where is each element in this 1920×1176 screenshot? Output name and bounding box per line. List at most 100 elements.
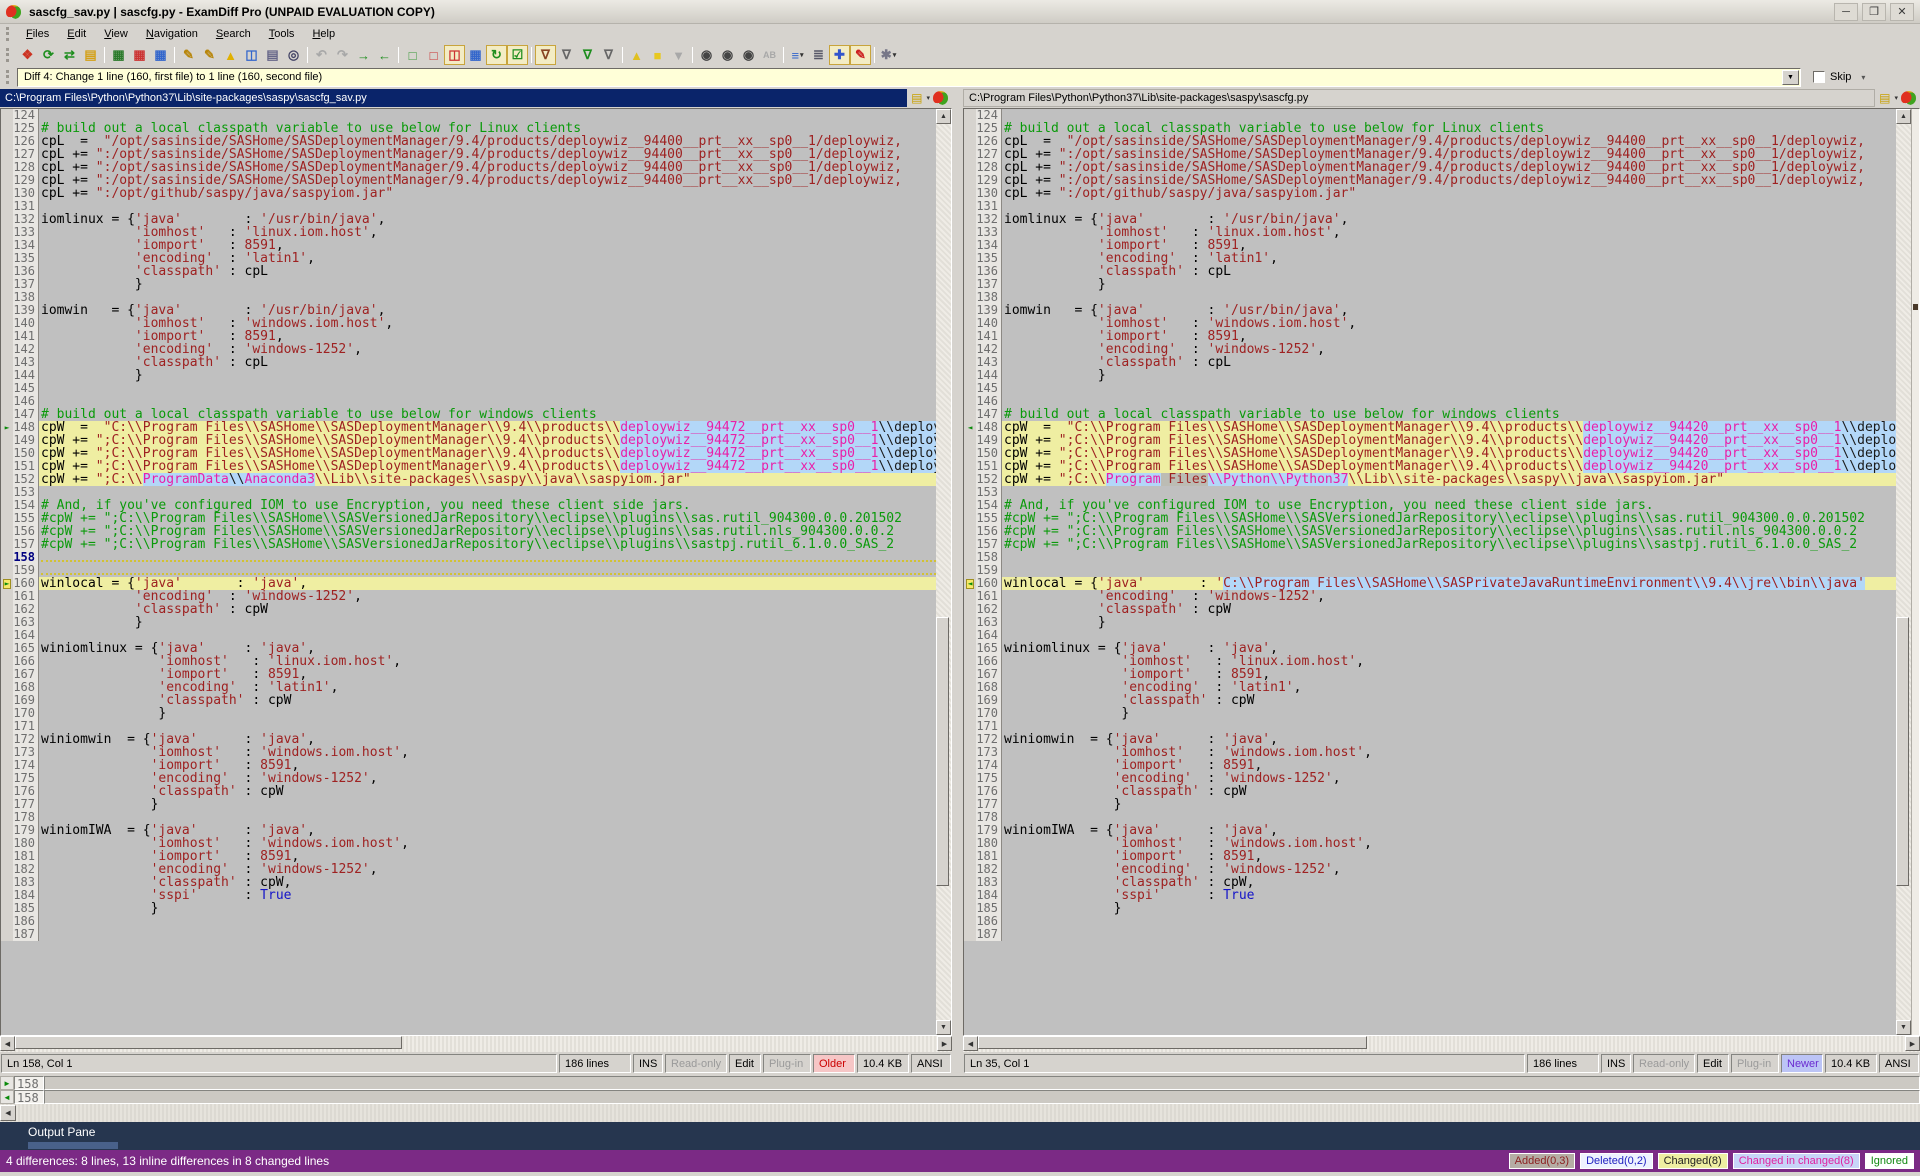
- print-button[interactable]: ▤: [262, 45, 283, 65]
- code-line[interactable]: 176 'classpath' : cpW: [964, 785, 1896, 798]
- auto-recompare-button[interactable]: ↻: [486, 45, 507, 65]
- scroll-track[interactable]: [978, 1036, 1905, 1052]
- code-line[interactable]: 155#cpW += ";C:\\Program Files\\SASHome\…: [964, 512, 1896, 525]
- options-button[interactable]: ✱▾: [878, 45, 899, 65]
- code-line[interactable]: 154# And, if you've configured IOM to us…: [964, 499, 1896, 512]
- code-line[interactable]: 159: [964, 564, 1896, 577]
- show-changed-button[interactable]: ◫: [444, 45, 465, 65]
- code-line[interactable]: 186: [1, 915, 936, 928]
- code-line[interactable]: 178: [1, 811, 936, 824]
- swap-files-button[interactable]: ⇄: [59, 45, 80, 65]
- menu-item-view[interactable]: View: [95, 25, 137, 43]
- code-line[interactable]: 140 'iomhost' : 'windows.iom.host',: [1, 317, 936, 330]
- code-line[interactable]: 131: [964, 200, 1896, 213]
- diff-combo[interactable]: Diff 4: Change 1 line (160, first file) …: [17, 68, 1801, 87]
- minimize-button[interactable]: ─: [1834, 3, 1858, 21]
- filter-none-button[interactable]: ∇: [556, 45, 577, 65]
- code-line[interactable]: ◄160winlocal = {'java' : 'C:\\Program Fi…: [964, 577, 1896, 590]
- code-line[interactable]: 146: [964, 395, 1896, 408]
- inspector-scroll-left-button[interactable]: ◀: [0, 1105, 16, 1121]
- save-first-button[interactable]: ▦: [108, 45, 129, 65]
- scroll-right-button[interactable]: ▶: [937, 1036, 952, 1051]
- plugins-button[interactable]: ✚: [829, 45, 850, 65]
- code-line[interactable]: 181 'iomport' : 8591,: [1, 850, 936, 863]
- code-line[interactable]: 144 }: [1, 369, 936, 382]
- code-line[interactable]: 136 'classpath' : cpL: [964, 265, 1896, 278]
- code-line[interactable]: 179winiomIWA = {'java' : 'java',: [964, 824, 1896, 837]
- code-line[interactable]: 166 'iomhost' : 'linux.iom.host',: [964, 655, 1896, 668]
- scroll-up-button[interactable]: ▲: [936, 109, 951, 124]
- close-button[interactable]: ✕: [1890, 3, 1914, 21]
- code-line[interactable]: 125# build out a local classpath variabl…: [1, 122, 936, 135]
- code-line[interactable]: 183 'classpath' : cpW,: [1, 876, 936, 889]
- code-line[interactable]: 151cpW += ";C:\\Program Files\\SASHome\\…: [964, 460, 1896, 473]
- folder-icon[interactable]: ▤: [1879, 91, 1890, 105]
- code-line[interactable]: 130cpL += ":/opt/github/saspy/java/saspy…: [964, 187, 1896, 200]
- horizontal-scrollbar[interactable]: ◀▶: [0, 1036, 952, 1052]
- code-line[interactable]: 128cpL += ":/opt/sasinside/SASHome/SASDe…: [964, 161, 1896, 174]
- file-path[interactable]: C:\Program Files\Python\Python37\Lib\sit…: [0, 89, 907, 107]
- current-diff-button[interactable]: ■: [647, 45, 668, 65]
- scroll-down-button[interactable]: ▼: [936, 1020, 951, 1035]
- code-line[interactable]: 157#cpW += ";C:\\Program Files\\SASHome\…: [964, 538, 1896, 551]
- code-line[interactable]: 169 'classpath' : cpW: [1, 694, 936, 707]
- code-line[interactable]: 179winiomIWA = {'java' : 'java',: [1, 824, 936, 837]
- code-line[interactable]: 152cpW += ";C:\\ProgramData\\Anaconda3\\…: [1, 473, 936, 486]
- allow-editing-button[interactable]: ✎: [850, 45, 871, 65]
- find-button[interactable]: ◉: [696, 45, 717, 65]
- code-line[interactable]: 145: [1, 382, 936, 395]
- code-line[interactable]: 152cpW += ";C:\\Program Files\\Python\\P…: [964, 473, 1896, 486]
- scroll-left-button[interactable]: ◀: [0, 1036, 15, 1051]
- file-path[interactable]: C:\Program Files\Python\Python37\Lib\sit…: [963, 89, 1875, 107]
- code-line[interactable]: 149cpW += ";C:\\Program Files\\SASHome\\…: [964, 434, 1896, 447]
- code-line[interactable]: 151cpW += ";C:\\Program Files\\SASHome\\…: [1, 460, 936, 473]
- code-line[interactable]: 186: [964, 915, 1896, 928]
- code-line[interactable]: 124: [1, 109, 936, 122]
- menu-item-search[interactable]: Search: [207, 25, 260, 43]
- scroll-thumb[interactable]: [1896, 617, 1909, 886]
- find-next-button[interactable]: ◉: [717, 45, 738, 65]
- code-rows[interactable]: 124125# build out a local classpath vari…: [964, 109, 1896, 1035]
- save-second-button[interactable]: ▦: [129, 45, 150, 65]
- code-line[interactable]: 170 }: [1, 707, 936, 720]
- code-line[interactable]: ►148cpW = "C:\\Program Files\\SASHome\\S…: [1, 421, 936, 434]
- code-line[interactable]: 154# And, if you've configured IOM to us…: [1, 499, 936, 512]
- code-line[interactable]: 136 'classpath' : cpL: [1, 265, 936, 278]
- code-line[interactable]: 167 'iomport' : 8591,: [1, 668, 936, 681]
- code-line[interactable]: 180 'iomhost' : 'windows.iom.host',: [964, 837, 1896, 850]
- show-identical-button[interactable]: □: [402, 45, 423, 65]
- code-line[interactable]: 157#cpW += ";C:\\Program Files\\SASHome\…: [1, 538, 936, 551]
- code-line[interactable]: 130cpL += ":/opt/github/saspy/java/saspy…: [1, 187, 936, 200]
- diff-overview-map[interactable]: [1911, 109, 1919, 1035]
- menu-grip[interactable]: [6, 27, 11, 41]
- code-line[interactable]: 161 'encoding' : 'windows-1252',: [1, 590, 936, 603]
- scroll-thumb[interactable]: [936, 617, 949, 886]
- edit-second-button[interactable]: ✎: [199, 45, 220, 65]
- code-line[interactable]: 168 'encoding' : 'latin1',: [964, 681, 1896, 694]
- edit-first-button[interactable]: ✎: [178, 45, 199, 65]
- code-line[interactable]: 183 'classpath' : cpW,: [964, 876, 1896, 889]
- code-line[interactable]: 153: [964, 486, 1896, 499]
- code-line[interactable]: 139iomwin = {'java' : '/usr/bin/java',: [1, 304, 936, 317]
- scroll-track[interactable]: [1896, 124, 1911, 1020]
- previous-diff-button[interactable]: ▲: [626, 45, 647, 65]
- code-line[interactable]: 166 'iomhost' : 'linux.iom.host',: [1, 655, 936, 668]
- output-pane-header[interactable]: Output Pane: [0, 1122, 1920, 1150]
- menu-item-files[interactable]: Files: [17, 25, 58, 43]
- code-line[interactable]: 135 'encoding' : 'latin1',: [964, 252, 1896, 265]
- code-line[interactable]: 156#cpW += ";C:\\Program Files\\SASHome\…: [964, 525, 1896, 538]
- code-line[interactable]: 172winiomwin = {'java' : 'java',: [964, 733, 1896, 746]
- code-line[interactable]: 174 'iomport' : 8591,: [964, 759, 1896, 772]
- diff-view-button[interactable]: ≡▾: [787, 45, 808, 65]
- code-line[interactable]: 143 'classpath' : cpL: [964, 356, 1896, 369]
- inspector-line-content[interactable]: [44, 1090, 1920, 1104]
- diffbar-grip[interactable]: [6, 70, 11, 84]
- code-line[interactable]: 127cpL += ":/opt/sasinside/SASHome/SASDe…: [964, 148, 1896, 161]
- print-preview-button[interactable]: ◎: [283, 45, 304, 65]
- current-diff-arrow-icon[interactable]: ►: [3, 579, 12, 589]
- code-line[interactable]: 124: [964, 109, 1896, 122]
- code-line[interactable]: 180 'iomhost' : 'windows.iom.host',: [1, 837, 936, 850]
- menu-item-tools[interactable]: Tools: [260, 25, 304, 43]
- code-line[interactable]: 181 'iomport' : 8591,: [964, 850, 1896, 863]
- code-line[interactable]: 182 'encoding' : 'windows-1252',: [964, 863, 1896, 876]
